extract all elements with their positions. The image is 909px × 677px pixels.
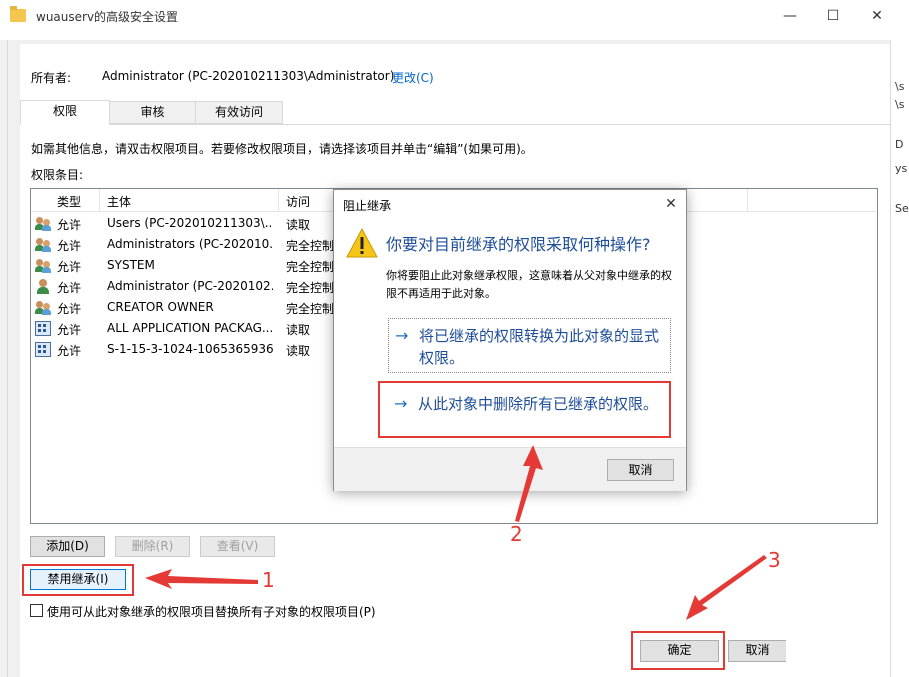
close-button[interactable]: ✕: [857, 4, 897, 28]
window-title: wuauserv的高级安全设置: [36, 10, 179, 24]
convert-inherited-option[interactable]: → 将已继承的权限转换为此对象的显式权限。: [388, 318, 671, 373]
users-icon: [35, 258, 51, 273]
background-window: \s \s D ys Se: [890, 40, 909, 677]
block-inheritance-dialog: 阻止继承 ✕ 你要对目前继承的权限采取何种操作? 你将要阻止此对象继承权限，这意…: [333, 189, 687, 491]
annotation-number-3: 3: [768, 548, 781, 572]
row-type: 允许: [57, 239, 82, 253]
minimize-button[interactable]: —: [770, 4, 810, 28]
info-text: 如需其他信息，请双击权限项目。若要修改权限项目，请选择该项目并单击“编辑”(如果…: [31, 142, 533, 156]
row-access: 读取: [286, 344, 311, 358]
row-access: 读取: [286, 323, 311, 337]
user-icon: [35, 279, 51, 294]
annotation-box-2: [378, 381, 671, 438]
row-principal: Users (PC-202010211303\...: [107, 216, 273, 230]
row-type: 允许: [57, 302, 82, 316]
owner-label: 所有者:: [31, 71, 72, 85]
dialog-cancel-button[interactable]: 取消: [607, 459, 674, 481]
row-principal: Administrators (PC-202010...: [107, 237, 273, 251]
tab-auditing[interactable]: 审核: [109, 101, 196, 124]
cancel-button[interactable]: 取消: [728, 640, 786, 662]
header-separator: [747, 189, 748, 211]
permission-entries-label: 权限条目:: [31, 168, 84, 182]
header-separator: [278, 189, 279, 211]
users-icon: [35, 300, 51, 315]
row-principal: Administrator (PC-2020102...: [107, 279, 273, 293]
row-access: 读取: [286, 218, 311, 232]
row-type: 允许: [57, 281, 82, 295]
tab-permissions[interactable]: 权限: [20, 100, 110, 125]
dialog-close-icon[interactable]: ✕: [659, 192, 683, 216]
header-principal[interactable]: 主体: [107, 193, 131, 210]
folder-icon: [10, 6, 26, 22]
background-text: ys: [895, 162, 908, 175]
row-type: 允许: [57, 344, 82, 358]
tab-divider: [20, 124, 890, 125]
annotation-box-1: [22, 564, 134, 596]
row-access: 完全控制: [286, 302, 335, 316]
replace-child-permissions-checkbox[interactable]: [30, 604, 43, 617]
row-type: 允许: [57, 260, 82, 274]
app-package-icon: [35, 342, 51, 357]
users-icon: [35, 216, 51, 231]
dialog-question: 你要对目前继承的权限采取何种操作?: [386, 235, 651, 254]
change-owner-link[interactable]: 更改(C): [392, 69, 434, 86]
title-bar: wuauserv的高级安全设置 — ☐ ✕: [0, 0, 909, 32]
background-text: D: [895, 138, 904, 151]
convert-inherited-label: 将已继承的权限转换为此对象的显式权限。: [419, 327, 660, 367]
remove-button[interactable]: 删除(R): [115, 536, 190, 557]
dialog-description: 你将要阻止此对象继承权限，这意味着从父对象中继承的权限不再适用于此对象。: [386, 269, 672, 300]
annotation-box-3: [631, 631, 725, 670]
dialog-title: 阻止继承: [343, 199, 392, 213]
maximize-button[interactable]: ☐: [813, 4, 853, 28]
owner-value: Administrator (PC-202010211303\Administr…: [102, 69, 395, 83]
row-access: 完全控制: [286, 260, 335, 274]
row-principal: CREATOR OWNER: [107, 300, 214, 314]
background-text: \s: [895, 80, 905, 93]
view-button[interactable]: 查看(V): [200, 536, 275, 557]
row-principal: ALL APPLICATION PACKAG...: [107, 321, 273, 335]
row-access: 完全控制: [286, 281, 335, 295]
header-type[interactable]: 类型: [57, 193, 81, 210]
annotation-number-1: 1: [262, 568, 275, 592]
row-principal: S-1-15-3-1024-1065365936...: [107, 342, 273, 356]
row-type: 允许: [57, 323, 82, 337]
header-access[interactable]: 访问: [286, 193, 310, 210]
background-text: \s: [895, 98, 905, 111]
arrow-right-icon: →: [395, 326, 409, 345]
background-window-edge: [0, 40, 8, 677]
row-principal: SYSTEM: [107, 258, 155, 272]
app-package-icon: [35, 321, 51, 336]
row-type: 允许: [57, 218, 82, 232]
dialog-footer: 取消: [334, 447, 686, 491]
row-access: 完全控制: [286, 239, 335, 253]
replace-child-permissions-label: 使用可从此对象继承的权限项目替换所有子对象的权限项目(P): [47, 605, 376, 619]
warning-icon: [346, 228, 378, 258]
header-separator: [99, 189, 100, 211]
annotation-number-2: 2: [510, 522, 523, 546]
add-button[interactable]: 添加(D): [30, 536, 105, 557]
tab-effective-access[interactable]: 有效访问: [195, 101, 283, 124]
background-text: Se: [895, 202, 909, 215]
users-icon: [35, 237, 51, 252]
